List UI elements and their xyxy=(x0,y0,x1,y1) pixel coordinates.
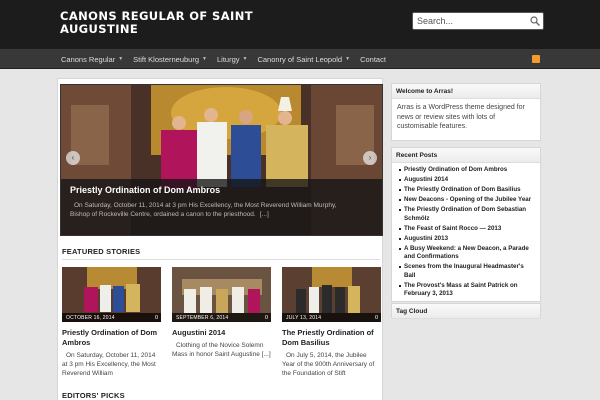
divider xyxy=(62,259,380,260)
search-icon[interactable] xyxy=(529,15,541,27)
chevron-down-icon: ▼ xyxy=(202,56,207,62)
story-thumbnail[interactable]: OCTOBER 16, 2014 0 xyxy=(62,267,161,322)
recent-posts-list: Priestly Ordination of Dom Ambros August… xyxy=(392,163,540,299)
slide-caption: Priestly Ordination of Dom Ambros On Sat… xyxy=(61,179,382,235)
recent-post-link[interactable]: Priestly Ordination of Dom Ambros xyxy=(399,166,536,175)
story-excerpt: On July 5, 2014, the Jubilee Year of the… xyxy=(282,352,375,377)
nav-label: Liturgy xyxy=(216,54,240,64)
widget-title: Tag Cloud xyxy=(392,304,540,319)
story-thumbnail[interactable]: JULY 13, 2014 0 xyxy=(282,267,381,322)
recent-posts-widget: Recent Posts Priestly Ordination of Dom … xyxy=(391,147,541,302)
main-navigation: Canons Regular ▼ Stift Klosterneuburg ▼ Li… xyxy=(0,49,600,69)
recent-post-link[interactable]: Scenes from the Inaugural Headmaster's B… xyxy=(399,263,536,280)
welcome-widget: Welcome to Arras! Arras is a WordPress t… xyxy=(391,83,541,141)
story-date: SEPTEMBER 6, 2014 xyxy=(176,315,229,321)
slider-next-button[interactable]: › xyxy=(363,151,377,165)
featured-story: SEPTEMBER 6, 2014 0 Augustini 2014 Cloth… xyxy=(172,267,271,359)
recent-post-link[interactable]: Augustini 2014 xyxy=(399,176,536,185)
search-input[interactable] xyxy=(415,14,527,28)
recent-post-link[interactable]: The Feast of Saint Rocco — 2013 xyxy=(399,225,536,234)
chevron-down-icon: ▼ xyxy=(345,56,351,62)
editors-picks-heading: EDITORS' PICKS xyxy=(62,391,125,400)
featured-stories-heading: FEATURED STORIES xyxy=(62,247,141,256)
nav-item-liturgy[interactable]: Liturgy ▼ xyxy=(217,55,247,64)
comment-count[interactable]: 0 xyxy=(265,315,268,321)
widget-title: Welcome to Arras! xyxy=(392,84,540,99)
recent-post-link[interactable]: The Priestly Ordination of Dom Basilius xyxy=(399,186,536,195)
story-excerpt: On Saturday, October 11, 2014 at 3 pm Hi… xyxy=(62,352,156,377)
featured-story: JULY 13, 2014 0 The Priestly Ordination … xyxy=(282,267,381,378)
story-excerpt: Clothing of the Novice Solemn Mass in ho… xyxy=(172,342,271,358)
nav-item-stift-klosterneuburg[interactable]: Stift Klosterneuburg ▼ xyxy=(133,55,207,64)
story-date: OCTOBER 16, 2014 xyxy=(66,315,115,321)
nav-label: Canons Regular xyxy=(61,54,116,64)
recent-post-link[interactable]: The Provost's Mass at Saint Patrick on F… xyxy=(399,282,536,299)
comment-count[interactable]: 0 xyxy=(375,315,378,321)
nav-label: Canonry of Saint Leopold xyxy=(257,54,343,64)
welcome-text: Arras is a WordPress theme designed for … xyxy=(397,104,525,130)
story-title[interactable]: Priestly Ordination of Dom Ambros xyxy=(62,328,161,348)
recent-post-link[interactable]: New Deacons - Opening of the Jubilee Yea… xyxy=(399,196,536,205)
rss-icon[interactable] xyxy=(532,55,540,63)
nav-label: Stift Klosterneuburg xyxy=(133,54,200,64)
site-header: CANONS REGULAR OF SAINT AUGUSTINE xyxy=(0,0,600,49)
widget-title: Recent Posts xyxy=(392,148,540,163)
search-box xyxy=(412,12,544,30)
recent-post-link[interactable]: A Busy Weekend: a New Deacon, a Parade a… xyxy=(399,245,536,262)
nav-item-contact[interactable]: Contact xyxy=(360,55,386,64)
main-content: ‹ › Priestly Ordination of Dom Ambros On… xyxy=(57,78,383,400)
featured-story: OCTOBER 16, 2014 0 Priestly Ordination o… xyxy=(62,267,161,378)
nav-item-canons-regular[interactable]: Canons Regular ▼ xyxy=(61,55,123,64)
read-more-link[interactable]: [...] xyxy=(260,211,269,218)
featured-slider[interactable]: ‹ › Priestly Ordination of Dom Ambros On… xyxy=(60,84,383,236)
recent-post-link[interactable]: The Priestly Ordination of Dom Sebastian… xyxy=(399,206,536,223)
slide-excerpt-text: On Saturday, October 11, 2014 at 3 pm Hi… xyxy=(70,202,337,218)
story-date: JULY 13, 2014 xyxy=(286,315,322,321)
slider-prev-button[interactable]: ‹ xyxy=(66,151,80,165)
story-title[interactable]: Augustini 2014 xyxy=(172,328,271,338)
comment-count[interactable]: 0 xyxy=(155,315,158,321)
recent-post-link[interactable]: Augustini 2013 xyxy=(399,235,536,244)
story-title[interactable]: The Priestly Ordination of Dom Basilius xyxy=(282,328,381,348)
tag-cloud-widget: Tag Cloud xyxy=(391,303,541,319)
story-thumbnail[interactable]: SEPTEMBER 6, 2014 0 xyxy=(172,267,271,322)
site-title[interactable]: CANONS REGULAR OF SAINT AUGUSTINE xyxy=(60,10,300,36)
chevron-down-icon: ▼ xyxy=(118,56,124,62)
slide-excerpt: On Saturday, October 11, 2014 at 3 pm Hi… xyxy=(70,201,350,219)
slide-title[interactable]: Priestly Ordination of Dom Ambros xyxy=(70,185,220,195)
chevron-down-icon: ▼ xyxy=(242,56,248,62)
nav-label: Contact xyxy=(360,54,386,64)
nav-item-canonry-saint-leopold[interactable]: Canonry of Saint Leopold ▼ xyxy=(257,55,350,64)
